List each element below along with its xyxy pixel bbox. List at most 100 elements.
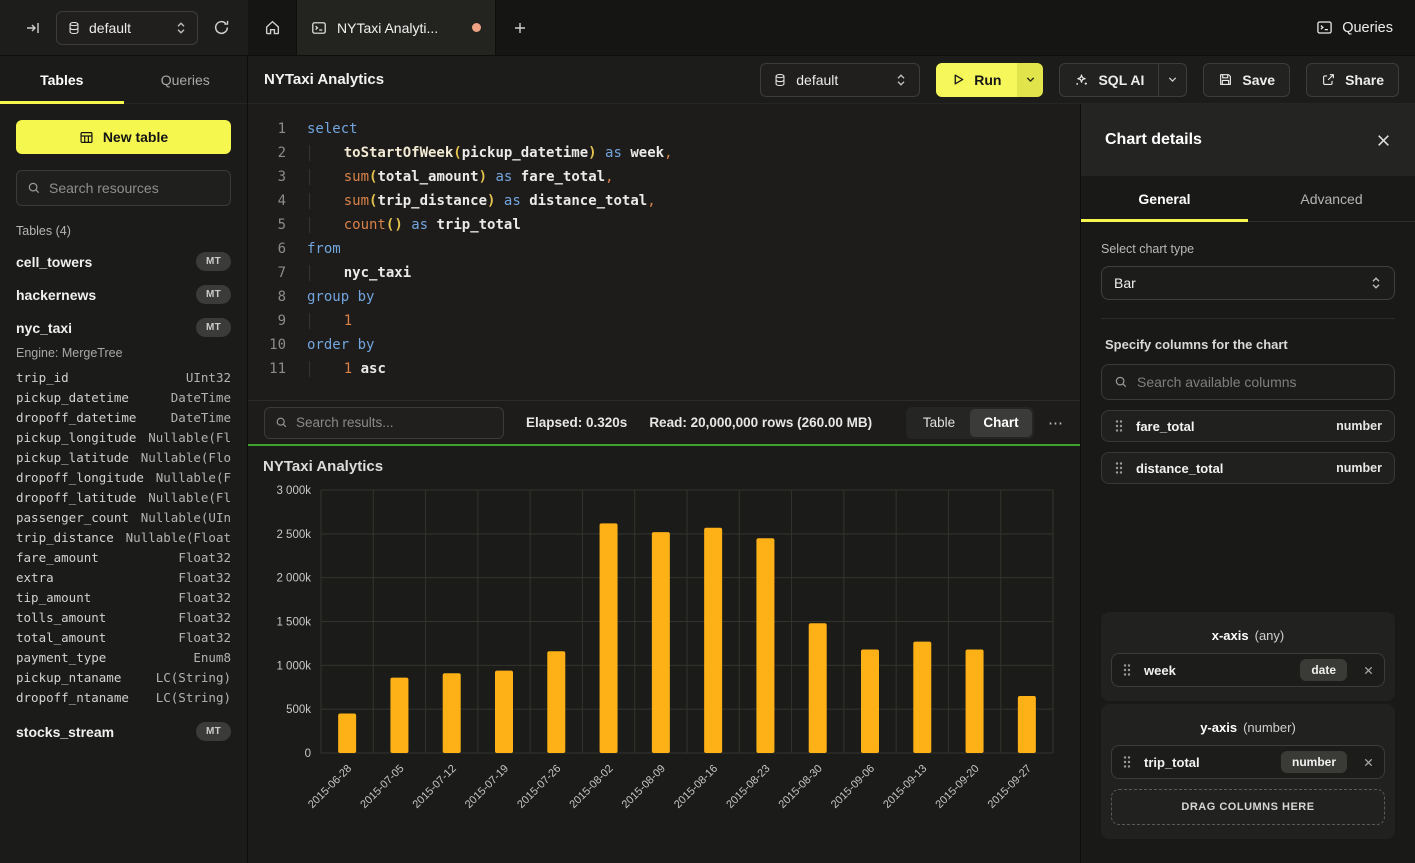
x-tick-label: 2015-08-16 bbox=[672, 763, 720, 811]
sidebar-search-input[interactable] bbox=[49, 180, 220, 196]
results-search[interactable] bbox=[264, 407, 504, 439]
table-item-stocks_stream[interactable]: stocks_streamMT bbox=[16, 722, 231, 741]
column-row[interactable]: pickup_ntanameLC(String) bbox=[16, 668, 231, 688]
database-icon bbox=[67, 21, 81, 35]
search-icon bbox=[27, 181, 41, 195]
bar-2015-09-13[interactable] bbox=[913, 642, 931, 753]
column-row[interactable]: tolls_amountFloat32 bbox=[16, 608, 231, 628]
collapse-sidebar-icon[interactable] bbox=[20, 15, 46, 41]
run-button[interactable]: Run bbox=[936, 63, 1017, 97]
drag-columns-dropzone[interactable]: DRAG COLUMNS HERE bbox=[1111, 789, 1385, 825]
column-type-badge: date bbox=[1300, 659, 1347, 681]
code-text: group by bbox=[307, 285, 374, 309]
column-row[interactable]: pickup_datetimeDateTime bbox=[16, 388, 231, 408]
drag-handle-icon[interactable] bbox=[1122, 755, 1132, 769]
x-axis-column-week[interactable]: weekdate bbox=[1111, 653, 1385, 687]
bar-2015-08-16[interactable] bbox=[704, 528, 722, 753]
table-item-nyc_taxi[interactable]: nyc_taxiMT bbox=[16, 318, 231, 337]
tab-nytaxi-analytics[interactable]: NYTaxi Analyti... bbox=[296, 0, 496, 55]
bar-2015-08-02[interactable] bbox=[600, 523, 618, 753]
new-table-button[interactable]: New table bbox=[16, 120, 231, 154]
sql-editor[interactable]: 1select2 toStartOfWeek(pickup_datetime) … bbox=[248, 104, 1080, 400]
tab-advanced[interactable]: Advanced bbox=[1248, 176, 1415, 221]
x-axis-card: x-axis(any) weekdate bbox=[1101, 612, 1395, 701]
sidebar-search[interactable] bbox=[16, 170, 231, 206]
sql-ai-caret[interactable] bbox=[1158, 64, 1186, 96]
column-row[interactable]: dropoff_datetimeDateTime bbox=[16, 408, 231, 428]
remove-column-icon[interactable] bbox=[1363, 757, 1374, 768]
remove-column-icon[interactable] bbox=[1363, 665, 1374, 676]
more-options-button[interactable]: ⋯ bbox=[1048, 414, 1064, 432]
drag-handle-icon[interactable] bbox=[1122, 663, 1132, 677]
column-type: Nullable(Flo bbox=[141, 448, 231, 468]
sidebar-tab-tables[interactable]: Tables bbox=[0, 56, 124, 103]
bar-2015-08-23[interactable] bbox=[756, 538, 774, 753]
new-tab-button[interactable] bbox=[496, 0, 544, 55]
column-row[interactable]: dropoff_latitudeNullable(Fl bbox=[16, 488, 231, 508]
column-type: Enum8 bbox=[193, 648, 231, 668]
x-tick-label: 2015-07-19 bbox=[463, 763, 511, 811]
table-item-cell_towers[interactable]: cell_towersMT bbox=[16, 252, 231, 271]
column-row[interactable]: total_amountFloat32 bbox=[16, 628, 231, 648]
column-list: trip_idUInt32pickup_datetimeDateTimedrop… bbox=[16, 368, 231, 708]
bar-2015-08-30[interactable] bbox=[809, 623, 827, 753]
available-column-fare_total[interactable]: fare_totalnumber bbox=[1101, 410, 1395, 442]
y-axis-header: y-axis(number) bbox=[1111, 720, 1385, 735]
chart-type-select[interactable]: Bar bbox=[1101, 266, 1395, 300]
bar-2015-09-06[interactable] bbox=[861, 650, 879, 753]
column-row[interactable]: tip_amountFloat32 bbox=[16, 588, 231, 608]
queries-label: Queries bbox=[1342, 20, 1393, 36]
results-search-input[interactable] bbox=[296, 415, 493, 430]
bar-2015-07-05[interactable] bbox=[390, 678, 408, 753]
x-tick-label: 2015-08-02 bbox=[567, 763, 615, 811]
tab-general[interactable]: General bbox=[1081, 176, 1248, 221]
column-row[interactable]: trip_distanceNullable(Float bbox=[16, 528, 231, 548]
sidebar-tab-queries[interactable]: Queries bbox=[124, 56, 248, 103]
bar-2015-09-20[interactable] bbox=[966, 650, 984, 753]
column-row[interactable]: pickup_longitudeNullable(Fl bbox=[16, 428, 231, 448]
run-database-selector[interactable]: default bbox=[760, 63, 920, 97]
column-row[interactable]: pickup_latitudeNullable(Flo bbox=[16, 448, 231, 468]
topbar-database-selector[interactable]: default bbox=[56, 11, 198, 45]
y-axis-column-trip_total[interactable]: trip_totalnumber bbox=[1111, 745, 1385, 779]
bar-2015-07-19[interactable] bbox=[495, 671, 513, 753]
column-row[interactable]: payment_typeEnum8 bbox=[16, 648, 231, 668]
queries-button[interactable]: Queries bbox=[1316, 19, 1393, 36]
save-button[interactable]: Save bbox=[1203, 63, 1290, 97]
view-toggle: Table Chart bbox=[906, 407, 1034, 439]
column-row[interactable]: dropoff_ntanameLC(String) bbox=[16, 688, 231, 708]
bar-2015-06-28[interactable] bbox=[338, 714, 356, 753]
column-row[interactable]: trip_idUInt32 bbox=[16, 368, 231, 388]
drag-handle-icon[interactable] bbox=[1114, 461, 1124, 475]
run-options-caret[interactable] bbox=[1017, 63, 1043, 97]
bar-2015-07-26[interactable] bbox=[547, 651, 565, 753]
drag-handle-icon[interactable] bbox=[1114, 419, 1124, 433]
code-text: count() as trip_total bbox=[307, 213, 521, 237]
column-row[interactable]: dropoff_longitudeNullable(F bbox=[16, 468, 231, 488]
read-stat: Read: 20,000,000 rows (260.00 MB) bbox=[649, 415, 872, 430]
x-axis-header: x-axis(any) bbox=[1111, 628, 1385, 643]
table-item-hackernews[interactable]: hackernewsMT bbox=[16, 285, 231, 304]
column-type: Float32 bbox=[178, 568, 231, 588]
column-row[interactable]: passenger_countNullable(UIn bbox=[16, 508, 231, 528]
bar-2015-09-27[interactable] bbox=[1018, 696, 1036, 753]
view-toggle-chart[interactable]: Chart bbox=[970, 409, 1032, 437]
home-button[interactable] bbox=[248, 0, 296, 55]
close-icon[interactable] bbox=[1376, 133, 1391, 148]
chart-details-tabs: General Advanced bbox=[1081, 176, 1415, 222]
column-row[interactable]: fare_amountFloat32 bbox=[16, 548, 231, 568]
column-row[interactable]: extraFloat32 bbox=[16, 568, 231, 588]
line-number: 2 bbox=[264, 141, 286, 165]
line-number: 7 bbox=[264, 261, 286, 285]
view-toggle-table[interactable]: Table bbox=[908, 409, 970, 437]
available-column-distance_total[interactable]: distance_totalnumber bbox=[1101, 452, 1395, 484]
bar-2015-08-09[interactable] bbox=[652, 532, 670, 753]
sql-ai-button[interactable]: SQL AI bbox=[1060, 64, 1158, 96]
columns-search-input[interactable] bbox=[1137, 374, 1382, 390]
columns-search[interactable] bbox=[1101, 364, 1395, 400]
results-chart[interactable]: 0500k1 000k1 500k2 000k2 500k3 000k2015-… bbox=[248, 446, 1080, 863]
share-button[interactable]: Share bbox=[1306, 63, 1399, 97]
table-name: nyc_taxi bbox=[16, 320, 196, 336]
refresh-icon[interactable] bbox=[208, 15, 234, 41]
bar-2015-07-12[interactable] bbox=[443, 673, 461, 753]
